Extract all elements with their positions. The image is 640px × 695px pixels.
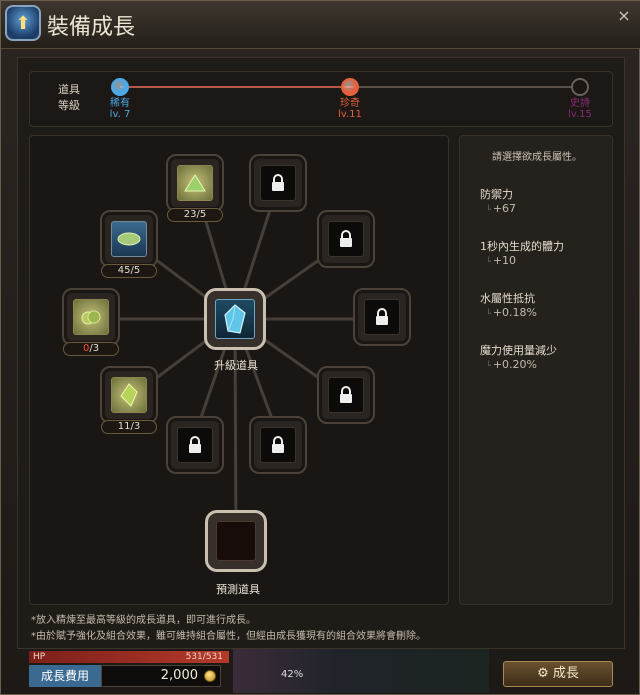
attribute-option[interactable]: 1秒內生成的體力 +10 bbox=[480, 240, 564, 269]
attribute-panel: 請選擇欲成長屬性。 防禦力 +67 1秒內生成的體力 +10 水屬性抵抗 +0.… bbox=[459, 135, 613, 605]
grade-label: 道具 等級 bbox=[54, 82, 84, 114]
attribute-option[interactable]: 水屬性抵抗 +0.18% bbox=[480, 292, 537, 321]
slot-lock-frame bbox=[328, 377, 364, 413]
seed-pod-icon bbox=[73, 299, 109, 335]
slot-lock-frame bbox=[328, 221, 364, 257]
locked-slot[interactable] bbox=[249, 416, 307, 474]
slot-lock-frame bbox=[177, 427, 213, 463]
attribute-prompt: 請選擇欲成長屬性。 bbox=[492, 152, 582, 163]
jade-leaf-icon bbox=[111, 221, 147, 257]
grade-name: 稀有 bbox=[110, 98, 130, 109]
lock-icon bbox=[340, 230, 352, 247]
grade-level: lv. 7 bbox=[109, 109, 131, 120]
blue-crystal-icon bbox=[215, 299, 255, 339]
material-count: 23/5 bbox=[167, 208, 223, 222]
grade-node-rare-icon bbox=[111, 78, 129, 96]
background-game-scene: 42% bbox=[233, 649, 489, 693]
attribute-value: +67 bbox=[480, 202, 516, 217]
attribute-option[interactable]: 防禦力 +67 bbox=[480, 188, 516, 217]
grade-level: lv.11 bbox=[338, 109, 362, 120]
hp-label: HP bbox=[33, 652, 46, 662]
preview-item-empty bbox=[216, 521, 256, 561]
green-crystal-icon bbox=[177, 165, 213, 201]
upgrade-item-label: 升級道具 bbox=[214, 359, 258, 372]
material-count: 45/5 bbox=[101, 264, 157, 278]
locked-slot[interactable] bbox=[166, 416, 224, 474]
grade-level: lv.15 bbox=[568, 109, 592, 120]
attribute-value: +0.18% bbox=[480, 306, 537, 321]
growth-cost-label: 成長費用 bbox=[29, 665, 101, 687]
material-count: 11/3 bbox=[101, 420, 157, 434]
locked-slot[interactable] bbox=[317, 210, 375, 268]
note-line: *放入精煉至最高等級的成長道具，即可進行成長。 bbox=[31, 615, 256, 626]
grade-name: 珍奇 bbox=[340, 98, 360, 109]
slot-lock-frame bbox=[260, 165, 296, 201]
grade-name: 史詩 bbox=[570, 98, 590, 109]
lock-icon bbox=[272, 174, 284, 191]
attribute-name: 防禦力 bbox=[480, 188, 513, 201]
grade-label-line1: 道具 bbox=[58, 83, 80, 96]
upgrade-item-slot[interactable] bbox=[204, 288, 266, 350]
attribute-name: 魔力使用量減少 bbox=[480, 344, 557, 357]
material-slot[interactable] bbox=[100, 210, 158, 268]
lock-icon bbox=[376, 308, 388, 325]
grade-node-unique-icon bbox=[341, 78, 359, 96]
green-shard-icon bbox=[111, 377, 147, 413]
grade-label-line2: 等級 bbox=[58, 99, 80, 112]
preview-item-label: 預測道具 bbox=[216, 583, 260, 596]
gold-coin-icon bbox=[204, 670, 216, 682]
growth-cost-value: 2,000 bbox=[101, 665, 221, 687]
gear-icon: ⚙ bbox=[537, 666, 549, 681]
grade-track-fill bbox=[120, 86, 356, 88]
background-percent: 42% bbox=[281, 669, 304, 680]
equipment-emblem-icon: ⬆ bbox=[5, 5, 41, 41]
close-button[interactable]: × bbox=[615, 7, 633, 25]
locked-slot[interactable] bbox=[249, 154, 307, 212]
slot-lock-frame bbox=[364, 299, 400, 335]
attribute-option[interactable]: 魔力使用量減少 +0.20% bbox=[480, 344, 557, 373]
preview-item-slot[interactable] bbox=[205, 510, 267, 572]
note-line: *由於賦予強化及組合效果，雖可維持組合屬性，但經由成長獲現有的組合效果將會刪除。 bbox=[31, 631, 426, 642]
equipment-growth-window: ⬆ 裝備成長 × 道具 等級 稀有 lv. 7 珍奇 lv.11 史詩 lv.1… bbox=[0, 0, 640, 695]
grow-button-label: 成長 bbox=[552, 666, 579, 681]
lock-icon bbox=[272, 436, 284, 453]
grade-node-epic-icon bbox=[571, 78, 589, 96]
hp-value: 531/531 bbox=[185, 652, 223, 662]
attribute-value: +0.20% bbox=[480, 358, 557, 373]
material-slot[interactable] bbox=[166, 154, 224, 212]
window-title: 裝備成長 bbox=[47, 15, 136, 40]
title-bar[interactable]: ⬆ 裝備成長 × bbox=[1, 1, 640, 49]
grade-text-epic: 史詩 lv.15 bbox=[550, 98, 610, 120]
attribute-value: +10 bbox=[480, 254, 564, 269]
lock-icon bbox=[189, 436, 201, 453]
material-slot[interactable] bbox=[100, 366, 158, 424]
growth-tree-panel: 23/5 45/5 0/3 11/3 升級道具 預測道具 bbox=[29, 135, 449, 605]
grade-text-unique: 珍奇 lv.11 bbox=[320, 98, 380, 120]
material-slot[interactable] bbox=[62, 288, 120, 346]
grow-button[interactable]: ⚙ 成長 bbox=[503, 661, 613, 687]
locked-slot[interactable] bbox=[317, 366, 375, 424]
hp-bar: HP 531/531 bbox=[29, 651, 229, 663]
lock-icon bbox=[340, 386, 352, 403]
notes: *放入精煉至最高等級的成長道具，即可進行成長。 *由於賦予強化及組合效果，雖可維… bbox=[31, 613, 426, 645]
attribute-name: 1秒內生成的體力 bbox=[480, 240, 564, 253]
slot-lock-frame bbox=[260, 427, 296, 463]
locked-slot[interactable] bbox=[353, 288, 411, 346]
grade-panel: 道具 等級 稀有 lv. 7 珍奇 lv.11 史詩 lv.15 bbox=[29, 71, 613, 127]
material-count: 0/3 bbox=[63, 342, 119, 356]
grade-text-rare: 稀有 lv. 7 bbox=[90, 98, 150, 120]
attribute-name: 水屬性抵抗 bbox=[480, 292, 535, 305]
